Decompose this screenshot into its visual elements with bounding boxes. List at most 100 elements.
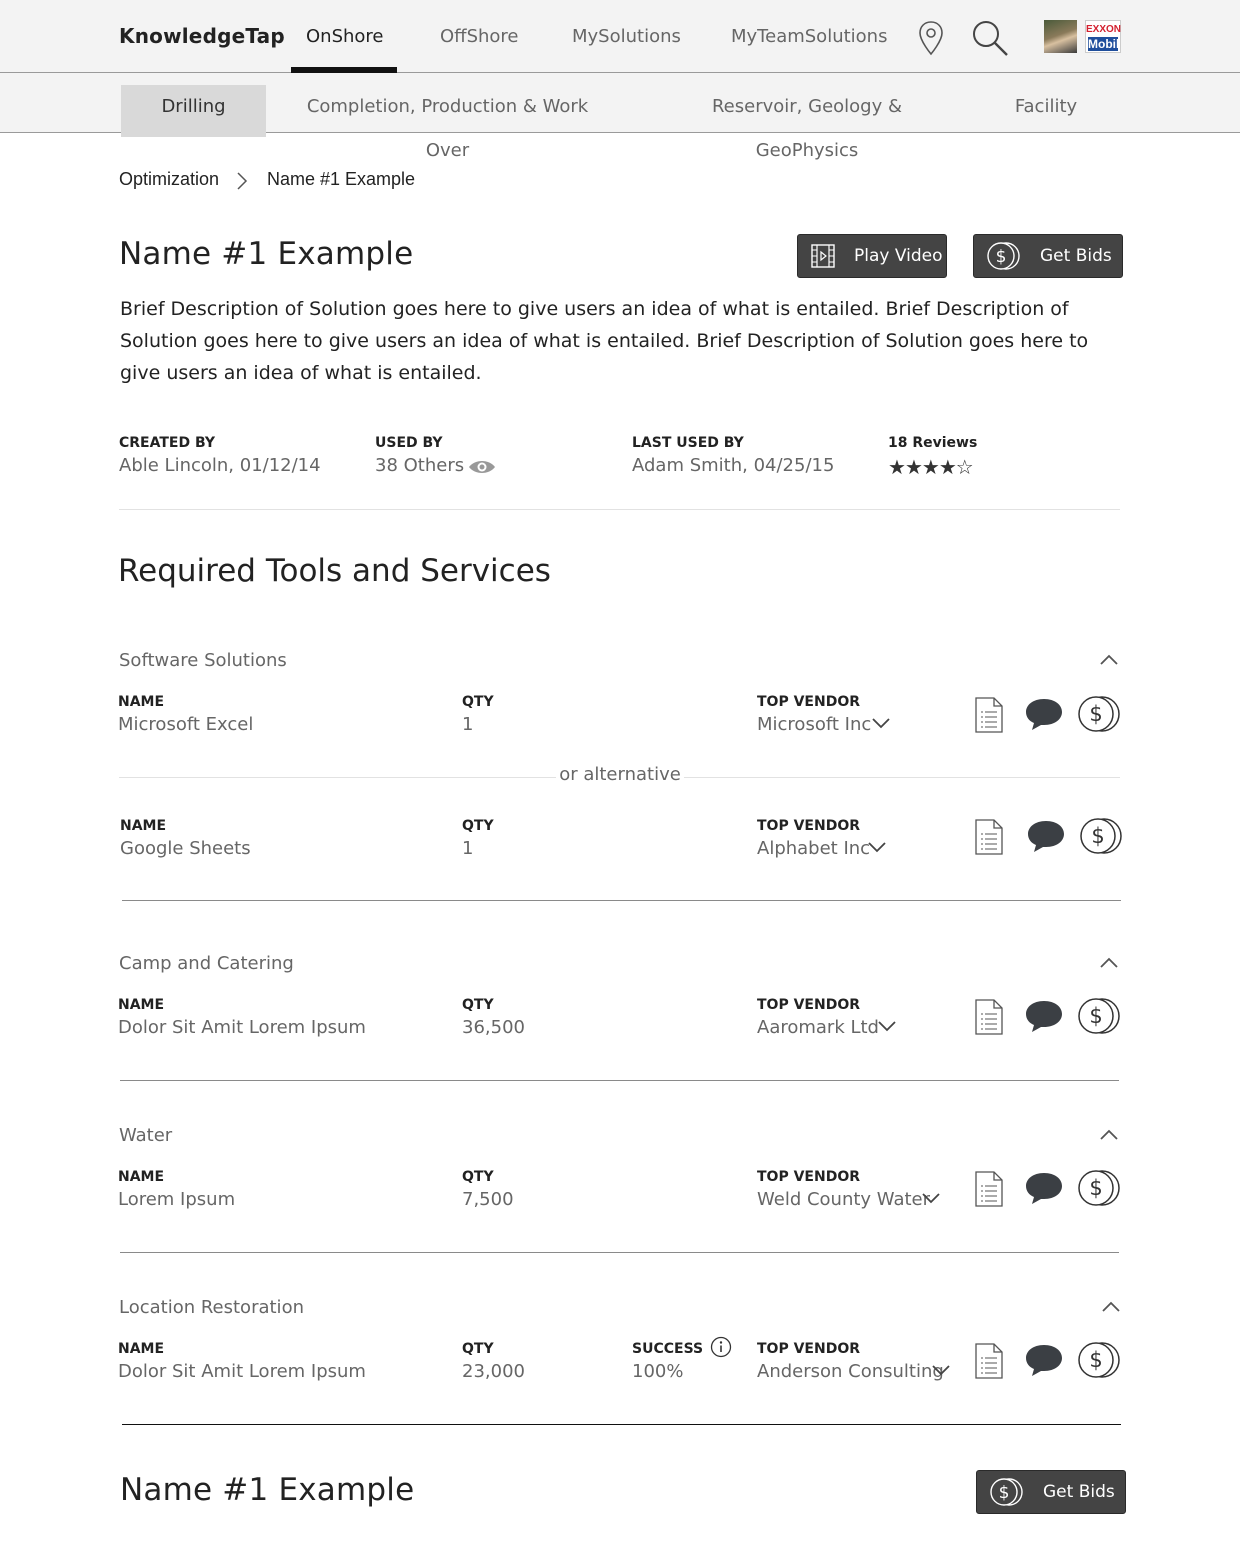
- qty-label: QTY: [462, 1169, 494, 1185]
- section-divider: [122, 1424, 1121, 1425]
- tab-reservoir-geology[interactable]: Reservoir, Geology & GeoPhysics: [668, 85, 946, 161]
- created-by-value: Able Lincoln, 01/12/14: [119, 455, 321, 476]
- top-vendor-label: TOP VENDOR: [757, 1341, 861, 1357]
- name-label: NAME: [118, 1169, 165, 1185]
- svg-text:$: $: [996, 247, 1007, 267]
- section-divider: [122, 900, 1121, 901]
- dollar-coin-icon[interactable]: $: [1076, 1340, 1122, 1384]
- chevron-down-icon[interactable]: [871, 716, 891, 730]
- breadcrumb-current: Name #1 Example: [267, 169, 416, 189]
- section-camp-catering[interactable]: Camp and Catering: [119, 953, 294, 974]
- used-by-label: USED BY: [375, 435, 443, 451]
- star-filled-icon: ★: [904, 455, 923, 479]
- search-icon[interactable]: [970, 18, 1010, 58]
- divider: [119, 777, 556, 778]
- top-vendor-label: TOP VENDOR: [757, 997, 861, 1013]
- next-solution-title: Name #1 Example: [120, 1472, 415, 1508]
- chevron-up-icon[interactable]: [1099, 1127, 1119, 1141]
- next-get-bids-button[interactable]: $ Get Bids: [976, 1470, 1126, 1514]
- tab-facility[interactable]: Facility: [1010, 85, 1082, 137]
- section-location-restoration[interactable]: Location Restoration: [119, 1297, 304, 1318]
- info-icon[interactable]: [710, 1336, 732, 1358]
- name-label: NAME: [118, 694, 165, 710]
- dollar-coin-icon[interactable]: $: [1076, 1168, 1122, 1212]
- nav-offshore[interactable]: OffShore: [440, 26, 519, 47]
- map-pin-icon[interactable]: [917, 20, 945, 56]
- chat-bubble-icon[interactable]: [1026, 818, 1066, 858]
- chat-bubble-icon[interactable]: [1024, 998, 1064, 1038]
- tab-drilling[interactable]: Drilling: [121, 85, 266, 137]
- chat-bubble-icon[interactable]: [1024, 1342, 1064, 1382]
- svg-text:$: $: [1089, 1348, 1102, 1372]
- chevron-down-icon[interactable]: [921, 1191, 941, 1205]
- nav-onshore[interactable]: OnShore: [306, 26, 384, 47]
- item-name: Dolor Sit Amit Lorem Ipsum: [118, 1361, 366, 1382]
- top-vendor-label: TOP VENDOR: [757, 694, 861, 710]
- breadcrumb-optimization[interactable]: Optimization: [119, 169, 219, 190]
- chevron-up-icon[interactable]: [1099, 652, 1119, 666]
- document-list-icon[interactable]: [974, 1342, 1004, 1384]
- svg-text:$: $: [1089, 1176, 1102, 1200]
- chevron-right-icon: [237, 172, 248, 190]
- name-label: NAME: [118, 1341, 165, 1357]
- qty-label: QTY: [462, 694, 494, 710]
- section-software-solutions[interactable]: Software Solutions: [119, 650, 287, 671]
- brand-name[interactable]: KnowledgeTap: [119, 24, 285, 48]
- nav-mysolutions[interactable]: MySolutions: [572, 26, 681, 47]
- vendor-select[interactable]: Aaromark Ltd: [757, 1017, 879, 1038]
- last-used-label: LAST USED BY: [632, 435, 744, 451]
- get-bids-button[interactable]: $ Get Bids: [973, 234, 1123, 278]
- document-list-icon[interactable]: [974, 998, 1004, 1040]
- star-filled-icon: ★: [938, 455, 957, 479]
- dollar-coin-icon[interactable]: $: [1078, 816, 1124, 860]
- section-divider: [120, 1080, 1119, 1081]
- dollar-coin-icon[interactable]: $: [1076, 694, 1122, 738]
- category-tab-bar: Drilling Completion, Production & Work O…: [0, 73, 1240, 161]
- user-avatar[interactable]: [1044, 20, 1077, 53]
- nav-myteamsolutions[interactable]: MyTeamSolutions: [731, 26, 887, 47]
- top-navigation-bar: KnowledgeTap OnShore OffShore MySolution…: [0, 0, 1240, 76]
- dollar-coin-icon[interactable]: $: [1076, 996, 1122, 1040]
- item-qty: 36,500: [462, 1017, 525, 1038]
- item-name: Microsoft Excel: [118, 714, 254, 735]
- star-empty-icon: ☆: [955, 455, 974, 479]
- item-qty: 23,000: [462, 1361, 525, 1382]
- used-by-value[interactable]: 38 Others: [375, 455, 464, 476]
- svg-text:$: $: [1091, 824, 1104, 848]
- logo-exxon: EXXON: [1086, 24, 1122, 35]
- dollar-coin-icon: $: [990, 1478, 1023, 1506]
- vendor-select[interactable]: Microsoft Inc: [757, 714, 871, 735]
- logo-mobil: Mobil: [1088, 37, 1120, 51]
- chat-bubble-icon[interactable]: [1024, 1170, 1064, 1210]
- chevron-down-icon[interactable]: [877, 1019, 897, 1033]
- svg-text:$: $: [1089, 1004, 1102, 1028]
- chevron-down-icon[interactable]: [867, 840, 887, 854]
- item-name: Dolor Sit Amit Lorem Ipsum: [118, 1017, 366, 1038]
- solution-title: Name #1 Example: [119, 236, 414, 272]
- tab-completion-production[interactable]: Completion, Production & Work Over: [290, 85, 605, 161]
- vendor-select[interactable]: Weld County Water: [757, 1189, 930, 1210]
- document-list-icon[interactable]: [974, 818, 1004, 860]
- item-name: Google Sheets: [120, 838, 251, 859]
- play-video-button[interactable]: Play Video: [797, 234, 947, 278]
- chevron-up-icon[interactable]: [1099, 955, 1119, 969]
- chevron-up-icon[interactable]: [1101, 1299, 1121, 1313]
- chat-bubble-icon[interactable]: [1024, 696, 1064, 736]
- name-label: NAME: [120, 818, 167, 834]
- reviews-label[interactable]: 18 Reviews: [888, 435, 977, 451]
- vendor-select[interactable]: Alphabet Inc: [757, 838, 870, 859]
- star-filled-icon: ★: [921, 455, 940, 479]
- svg-text:$: $: [1089, 702, 1102, 726]
- top-vendor-label: TOP VENDOR: [757, 1169, 861, 1185]
- get-bids-label: Get Bids: [1040, 246, 1112, 266]
- document-list-icon[interactable]: [974, 1170, 1004, 1212]
- star-filled-icon: ★: [888, 455, 906, 479]
- chevron-down-icon[interactable]: [931, 1363, 951, 1377]
- section-water[interactable]: Water: [119, 1125, 172, 1146]
- item-qty: 1: [462, 714, 474, 735]
- or-alternative-label: or alternative: [556, 764, 684, 785]
- last-used-value: Adam Smith, 04/25/15: [632, 455, 835, 476]
- qty-label: QTY: [462, 997, 494, 1013]
- document-list-icon[interactable]: [974, 696, 1004, 738]
- vendor-select[interactable]: Anderson Consulting: [757, 1361, 944, 1382]
